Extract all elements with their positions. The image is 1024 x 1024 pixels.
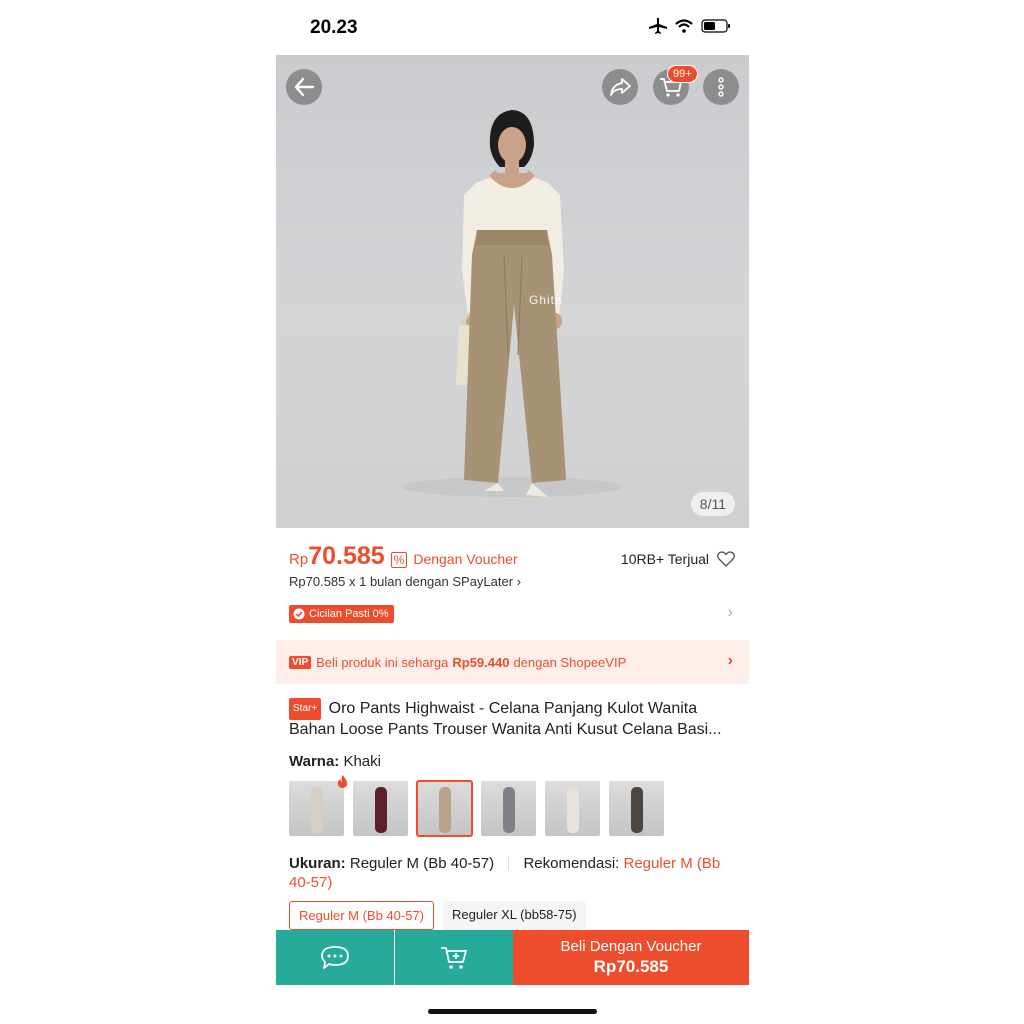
cicilan-text: Cicilan Pasti 0%: [309, 608, 389, 620]
variant-thumbnail[interactable]: [289, 781, 344, 836]
status-icons: [649, 18, 731, 34]
cicilan-badge[interactable]: Cicilan Pasti 0%: [289, 605, 395, 623]
variant-swatch: [631, 787, 643, 833]
variant-thumbnail[interactable]: [609, 781, 664, 836]
back-button[interactable]: [286, 69, 322, 105]
variant-swatch: [439, 787, 451, 833]
sold-count: 10RB+ Terjual: [621, 551, 735, 567]
variant-thumbnail[interactable]: [545, 781, 600, 836]
buy-with-voucher-button[interactable]: Beli Dengan Voucher Rp70.585: [513, 930, 749, 985]
product-title: Star+ Oro Pants Highwaist - Celana Panja…: [289, 698, 737, 740]
cart-button[interactable]: 99+: [653, 65, 698, 105]
voucher-text: Dengan Voucher: [413, 551, 518, 567]
buy-price: Rp70.585: [593, 957, 669, 976]
share-button[interactable]: [602, 69, 638, 105]
chevron-right-icon: ›: [727, 652, 733, 669]
size-label: Ukuran: Reguler M (Bb 40-57) Rekomendasi…: [289, 854, 739, 892]
product-image[interactable]: 99+ Ghita 8/11: [276, 55, 749, 528]
size-option-reguler-m[interactable]: Reguler M (Bb 40-57): [289, 901, 434, 930]
variant-thumbnail[interactable]: [481, 781, 536, 836]
recommendation-key: Rekomendasi:: [523, 855, 620, 872]
status-time: 20.23: [310, 17, 358, 38]
installment-text: Rp70.585 x 1 bulan dengan SPayLater: [289, 574, 514, 589]
add-to-cart-icon: [441, 946, 467, 969]
share-icon: [610, 78, 631, 96]
variant-swatch: [503, 787, 515, 833]
more-icon: [718, 77, 724, 97]
size-options: Reguler M (Bb 40-57) Reguler XL (bb58-75…: [289, 901, 586, 930]
image-watermark: Ghita: [529, 293, 563, 307]
variant-label: Warna: Khaki: [289, 753, 381, 770]
product-title-text: Oro Pants Highwaist - Celana Panjang Kul…: [289, 700, 722, 738]
wifi-icon: [675, 19, 693, 33]
price-value: 70.585: [308, 542, 385, 570]
installment-link[interactable]: Rp70.585 x 1 bulan dengan SPayLater ›: [289, 574, 521, 589]
size-key: Ukuran:: [289, 855, 346, 872]
vip-suffix: dengan ShopeeVIP: [513, 654, 627, 670]
variant-thumbnail[interactable]: [416, 780, 473, 837]
variant-thumbnails: [289, 780, 664, 837]
fire-icon: [337, 775, 348, 788]
vip-banner[interactable]: VIP Beli produk ini seharga Rp59.440 den…: [276, 640, 749, 684]
check-circle-icon: [293, 608, 305, 620]
chat-icon: [321, 945, 349, 969]
variant-swatch: [375, 787, 387, 833]
buy-label: Beli Dengan Voucher: [560, 938, 702, 955]
vip-price: Rp59.440: [452, 654, 510, 670]
star-plus-badge: Star+: [289, 698, 322, 720]
back-arrow-icon: [294, 77, 315, 97]
size-divider: [508, 856, 510, 870]
more-button[interactable]: [703, 69, 739, 105]
model-figure: [402, 110, 622, 497]
vip-badge: VIP: [289, 655, 312, 669]
cart-badge: 99+: [667, 65, 698, 83]
bottom-action-bar: Beli Dengan Voucher Rp70.585: [276, 930, 749, 985]
add-to-cart-button[interactable]: [395, 930, 513, 985]
chat-button[interactable]: [276, 930, 394, 985]
price-row: Rp 70.585 % Dengan Voucher: [289, 542, 518, 571]
sold-text: 10RB+ Terjual: [620, 551, 709, 567]
variant-swatch: [567, 787, 579, 833]
variant-thumbnail[interactable]: [353, 781, 408, 836]
size-option-reguler-xl[interactable]: Reguler XL (bb58-75): [443, 901, 586, 930]
airplane-icon: [649, 18, 667, 34]
vip-prefix: Beli produk ini seharga: [316, 654, 449, 670]
price-section: Rp 70.585 % Dengan Voucher 10RB+ Terjual…: [276, 528, 749, 638]
variant-key: Warna:: [289, 753, 340, 770]
price-currency: Rp: [289, 551, 309, 568]
heart-icon[interactable]: [717, 551, 735, 567]
installment-chevron-icon: ›: [516, 574, 522, 589]
battery-icon: [701, 19, 730, 33]
size-value: Reguler M (Bb 40-57): [349, 855, 495, 872]
variant-swatch: [311, 787, 323, 833]
variant-value: Khaki: [343, 753, 381, 770]
image-counter: 8/11: [690, 492, 735, 516]
home-indicator[interactable]: [428, 1009, 597, 1014]
chevron-right-icon[interactable]: ›: [728, 604, 733, 622]
status-bar: 20.23: [276, 0, 749, 55]
voucher-icon: %: [390, 552, 408, 568]
